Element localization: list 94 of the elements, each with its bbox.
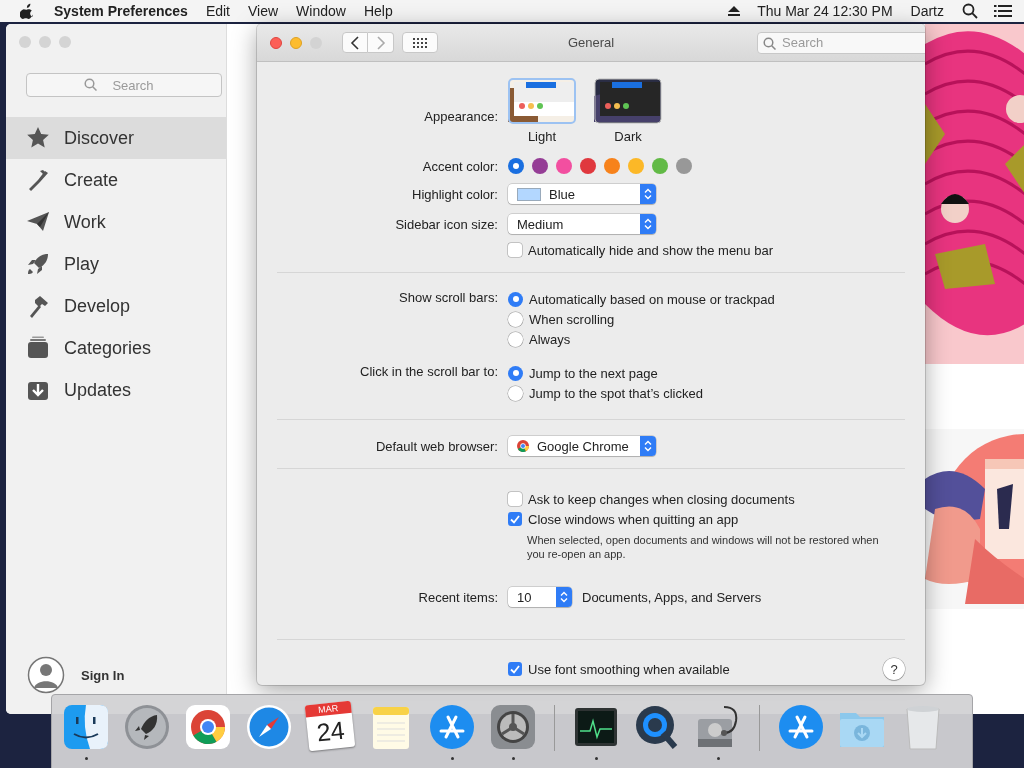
sidebar-item[interactable]: Develop (6, 285, 226, 327)
gear-icon[interactable] (489, 703, 537, 751)
close-button[interactable] (270, 36, 282, 49)
search-icon[interactable] (962, 3, 978, 19)
help-button[interactable]: ? (883, 658, 905, 680)
chevron-updown-icon (644, 188, 652, 200)
finder-icon[interactable] (62, 703, 110, 751)
setting-label: Accent color: (422, 158, 498, 174)
setting-label: Sidebar icon size: (395, 216, 498, 232)
window-title: General (567, 35, 615, 50)
chevron-left-icon (350, 35, 360, 50)
setting-label: Click in the scroll bar to: (360, 364, 498, 379)
help-text: When selected, open documents and windows will not be restored when you re-open an app. (526, 533, 880, 561)
checkbox[interactable] (508, 662, 522, 676)
checkbox-label: Use font smoothing when available (528, 661, 730, 677)
sign-in-link[interactable]: Sign In (81, 667, 125, 683)
accent-color-dot[interactable] (508, 158, 524, 174)
popup-button[interactable]: Google Chrome (508, 436, 656, 456)
sidebar-item[interactable]: Create (6, 159, 226, 201)
search-icon (84, 78, 97, 91)
checkbox[interactable] (508, 512, 522, 526)
radio-button[interactable] (508, 365, 523, 381)
radio-button[interactable] (508, 385, 523, 401)
radio-button[interactable] (508, 311, 523, 327)
star-icon (26, 126, 50, 150)
chevron-updown-icon (644, 440, 652, 452)
avatar-icon[interactable] (27, 656, 65, 694)
search-field[interactable]: Search (26, 73, 222, 97)
dark-mode-thumbnail[interactable] (594, 78, 662, 124)
sidebar-item[interactable]: Categories (6, 327, 226, 369)
checkbox[interactable] (508, 492, 522, 506)
accent-color-dot[interactable] (532, 158, 548, 174)
compass-icon[interactable] (245, 703, 293, 751)
menu-item[interactable]: Help (363, 3, 393, 19)
list-icon[interactable] (994, 4, 1012, 18)
back-button[interactable] (342, 32, 368, 53)
sidebar-item[interactable]: Discover (6, 117, 226, 159)
stack-icon (26, 336, 50, 360)
chevron-updown-icon (644, 218, 652, 230)
radio-label: Jump to the next page (529, 365, 658, 381)
show-all-button[interactable] (402, 32, 438, 53)
radio-label: Jump to the spot that’s clicked (529, 385, 703, 401)
popup-button[interactable]: 10 (508, 587, 572, 607)
radio-label: Automatically based on mouse or trackpad (529, 291, 775, 307)
checkmark-icon (510, 514, 520, 524)
setting-label: Show scroll bars: (399, 290, 498, 305)
sidebar-item[interactable]: Updates (6, 369, 226, 411)
rocket-icon[interactable] (123, 703, 171, 751)
browser-logo-icon (517, 440, 529, 452)
setting-label: Recent items: (418, 589, 498, 605)
popup-button[interactable]: Medium (508, 214, 656, 234)
accent-color-dot[interactable] (652, 158, 668, 174)
radio-label: When scrolling (529, 311, 615, 327)
checkbox-label: Ask to keep changes when closing documents (528, 491, 795, 507)
setting-label: Appearance: (424, 109, 498, 124)
chevron-updown-icon (560, 591, 568, 603)
grid-icon (413, 37, 427, 48)
accent-color-dot[interactable] (580, 158, 596, 174)
checkbox-label: Close windows when quitting an app (528, 511, 739, 527)
recent-items-label: Documents, Apps, and Servers (582, 589, 762, 605)
radio-button[interactable] (508, 331, 523, 347)
calendar-icon[interactable]: MAR 24 (304, 700, 356, 752)
search-field[interactable]: Search (757, 31, 925, 54)
setting-label: Default web browser: (375, 438, 498, 454)
popup-button[interactable]: Blue (508, 184, 656, 204)
checkbox-label: Automatically hide and show the menu bar (528, 242, 773, 258)
accent-color-dot[interactable] (676, 158, 692, 174)
accent-color-dot[interactable] (556, 158, 572, 174)
option-label: Light (527, 129, 557, 144)
eject-icon[interactable] (727, 5, 742, 17)
radio-button[interactable] (508, 291, 523, 307)
checkmark-icon (510, 664, 520, 674)
checkbox[interactable] (508, 243, 522, 257)
menu-item[interactable]: Edit (205, 3, 230, 19)
setting-label: Highlight color: (412, 186, 498, 202)
search-icon (763, 36, 776, 50)
accent-color-dot[interactable] (604, 158, 620, 174)
browser-logo-icon[interactable] (184, 703, 232, 751)
sidebar-item[interactable]: Work (6, 201, 226, 243)
chevron-right-icon (375, 35, 386, 50)
app-menu[interactable]: System Preferences (54, 3, 188, 19)
option-label: Dark (614, 129, 642, 144)
menu-item[interactable]: View (248, 3, 279, 19)
sidebar-item[interactable]: Play (6, 243, 226, 285)
accent-color-dot[interactable] (628, 158, 644, 174)
app-store-icon[interactable] (428, 703, 476, 751)
light-mode-thumbnail[interactable] (508, 78, 576, 124)
radio-label: Always (529, 331, 571, 347)
apple-logo-icon[interactable] (20, 3, 34, 19)
user-name[interactable]: Dartz (910, 3, 944, 19)
app-store-icon[interactable] (777, 703, 825, 751)
clock[interactable]: Thu Mar 24 12:30 PM (757, 3, 893, 19)
rocket-icon (26, 252, 50, 276)
menu-item[interactable]: Window (296, 3, 346, 19)
